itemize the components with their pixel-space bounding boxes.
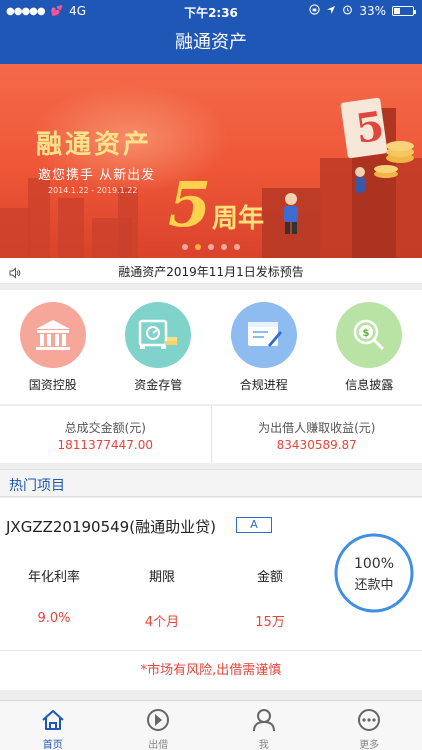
location-icon [326, 4, 336, 18]
feature-circle [230, 302, 297, 368]
tab-more[interactable]: 更多 [317, 701, 422, 750]
feature-circle [19, 302, 86, 368]
svg-text:5: 5 [353, 102, 387, 152]
progress-ring-graphic [334, 533, 414, 613]
feature-disclosure[interactable]: $ 信息披露 [317, 290, 422, 404]
feature-fund-custody[interactable]: 资金存管 [106, 290, 212, 404]
announcement-bar[interactable]: 融通资产2019年11月1日发标预告 [0, 258, 422, 284]
section-title: 热门项目 [9, 478, 65, 494]
bank-icon [35, 320, 70, 350]
term-label: 期限 [148, 570, 175, 585]
alarm-icon [342, 4, 353, 18]
section-header-hot: 热门项目 [0, 469, 422, 497]
stat-total-volume: 总成交金额(元) 1811377447.00 [0, 406, 211, 463]
tab-label: 首页 [42, 740, 63, 750]
promo-banner[interactable]: 融通资产 邀您携手 从新出发 2014.1.22 - 2019.1.22 5 周… [0, 64, 422, 258]
progress-percent: 100% [353, 556, 395, 572]
banner-anniversary-word: 周年 [212, 204, 265, 234]
tab-bar: 首页 出借 我 更多 [0, 700, 422, 750]
feature-label: 信息披露 [345, 378, 394, 392]
risk-warning: *市场有风险,出借需谨慎 [140, 663, 282, 678]
project-progress-ring: 100% 还款中 [333, 532, 415, 614]
battery-icon [392, 6, 416, 16]
feature-label: 资金存管 [134, 378, 183, 392]
stat-value: 1811377447.00 [57, 438, 153, 452]
tab-label: 更多 [359, 740, 380, 750]
stat-lender-earnings: 为出借人赚取收益(元) 83430589.87 [210, 406, 422, 463]
tab-invest[interactable]: 出借 [106, 701, 212, 750]
project-term: 期限 4个月 [122, 566, 202, 630]
page-title: 融通资产 [175, 32, 247, 53]
invest-icon [147, 709, 170, 731]
rate-label: 年化利率 [27, 570, 80, 585]
tab-label: 出借 [148, 740, 169, 750]
feature-label: 国资控股 [28, 378, 77, 392]
banner-dates: 2014.1.22 - 2019.1.22 [48, 186, 138, 195]
stat-label: 总成交金额(元) [64, 421, 146, 435]
amount-value: 15万 [255, 615, 285, 630]
user-icon [252, 709, 275, 732]
carousel-dot[interactable] [234, 244, 240, 250]
project-rate: 年化利率 9.0% [14, 566, 94, 626]
feature-state-owned[interactable]: 国资控股 [0, 290, 106, 404]
project-grade-badge: A [236, 517, 272, 533]
status-bar: ●●●●● 💕 4G 下午2:36 33% [0, 0, 422, 22]
carousel-dot[interactable] [221, 244, 227, 250]
carousel-dot[interactable] [195, 244, 201, 250]
banner-anniversary-digit: 5 [168, 168, 212, 241]
project-card[interactable]: JXGZZ20190549(融通助业贷) A 年化利率 9.0% 期限 4个月 … [0, 498, 422, 690]
home-icon [42, 710, 64, 730]
term-value: 4个月 [144, 615, 180, 630]
rate-value: 9.0% [37, 611, 71, 626]
dollar-search-icon: $ [354, 319, 384, 350]
carousel-dot[interactable] [182, 244, 188, 250]
tab-label: 我 [258, 740, 269, 750]
banner-subtitle: 邀您携手 从新出发 [38, 168, 156, 183]
feature-grid: 国资控股 资金存管 合规进程 $ 信息披露 [0, 290, 422, 404]
announcement-text: 融通资产2019年11月1日发标预告 [118, 265, 304, 279]
lock-rotation-icon [309, 4, 320, 18]
stat-label: 为出借人赚取收益(元) [258, 421, 376, 435]
banner-title: 融通资产 [36, 130, 153, 160]
feature-compliance[interactable]: 合规进程 [211, 290, 317, 404]
more-icon [358, 709, 381, 731]
amount-label: 金额 [256, 570, 283, 585]
stat-value: 83430589.87 [276, 438, 357, 452]
person-icon [284, 193, 298, 234]
battery-percent: 33% [359, 4, 386, 18]
nav-bar: 融通资产 [0, 22, 422, 64]
banner-building [0, 208, 30, 258]
project-name: JXGZZ20190549(融通助业贷) [6, 518, 216, 536]
carousel-indicator[interactable] [0, 244, 422, 250]
safe-icon [139, 319, 178, 349]
feature-circle [125, 302, 192, 368]
app-root: ●●●●● 💕 4G 下午2:36 33% 融通资产 融通资产 邀您携手 从新出… [0, 0, 422, 750]
project-status: 还款中 [354, 578, 394, 593]
project-amount: 金额 15万 [230, 566, 310, 630]
tab-home[interactable]: 首页 [0, 701, 106, 750]
card-divider [0, 650, 422, 651]
tab-me[interactable]: 我 [211, 701, 317, 750]
svg-text:$: $ [363, 328, 370, 339]
carousel-dot[interactable] [208, 244, 214, 250]
status-right: 33% [309, 4, 416, 18]
feature-label: 合规进程 [239, 378, 288, 392]
feature-circle: $ [336, 302, 403, 368]
platform-stats: 总成交金额(元) 1811377447.00 为出借人赚取收益(元) 83430… [0, 405, 422, 463]
certificate-icon [247, 322, 282, 347]
anniversary-book-icon: 5 [340, 97, 414, 193]
